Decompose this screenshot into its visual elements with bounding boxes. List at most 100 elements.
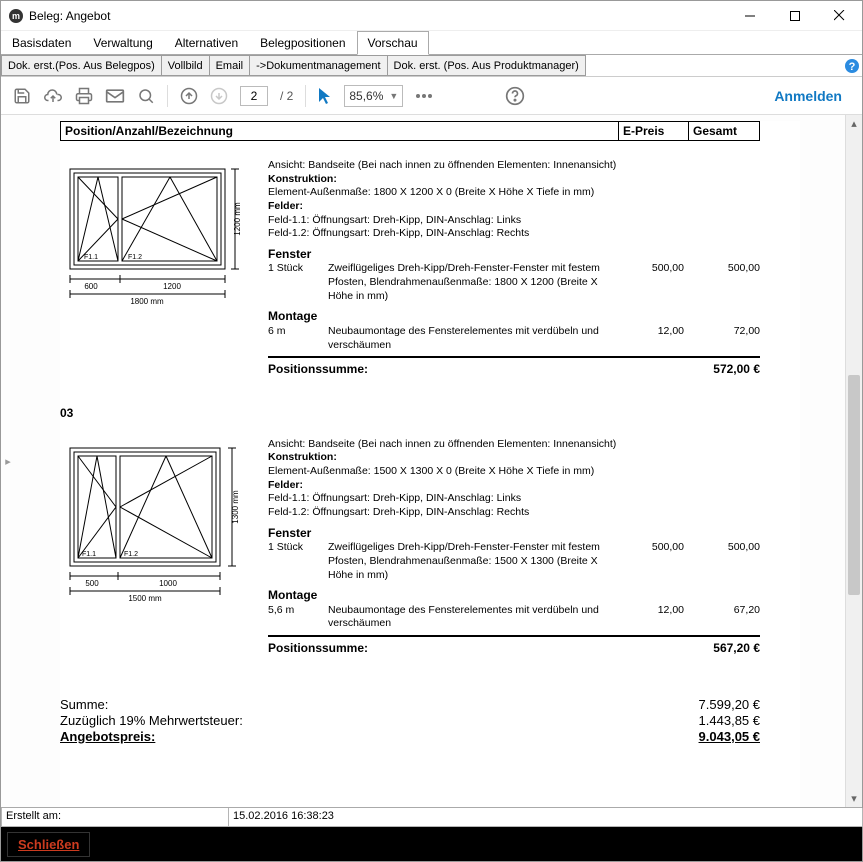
pos-sum-value: 572,00 € bbox=[640, 362, 760, 378]
sub-toolbar: Dok. erst.(Pos. Aus Belegpos) Vollbild E… bbox=[1, 55, 862, 77]
close-button[interactable] bbox=[817, 1, 862, 31]
status-value: 15.02.2016 16:38:23 bbox=[228, 808, 863, 827]
btn-dok-produktmanager[interactable]: Dok. erst. (Pos. Aus Produktmanager) bbox=[387, 55, 586, 76]
montage-g: 72,00 bbox=[690, 325, 760, 352]
montage-head: Montage bbox=[268, 309, 760, 325]
price-label: Angebotspreis: bbox=[60, 729, 620, 744]
svg-text:F1.2: F1.2 bbox=[124, 551, 138, 558]
price-value: 9.043,05 € bbox=[620, 729, 760, 744]
more-icon[interactable] bbox=[415, 93, 433, 99]
vertical-scrollbar[interactable]: ▴ ▾ bbox=[845, 115, 862, 807]
svg-text:?: ? bbox=[849, 61, 856, 73]
zoom-value: 85,6% bbox=[349, 89, 383, 103]
side-toggle-left[interactable]: ▸ bbox=[1, 115, 15, 807]
position-number: 03 bbox=[60, 406, 760, 420]
totals: Summe: 7.599,20 € Zuzüglich 19% Mehrwert… bbox=[60, 697, 760, 744]
btn-email[interactable]: Email bbox=[209, 55, 251, 76]
svg-text:1000: 1000 bbox=[159, 579, 177, 588]
pos-sum-value: 567,20 € bbox=[640, 641, 760, 657]
statusbar: Erstellt am: 15.02.2016 16:38:23 bbox=[1, 807, 862, 827]
position-block: F1.1 F1.2 600 1200 1800 mm 1200 mm Ansic… bbox=[60, 159, 760, 378]
window-drawing: F1.1 F1.2 600 1200 1800 mm 1200 mm bbox=[60, 159, 250, 378]
chevron-down-icon: ▼ bbox=[389, 91, 398, 101]
print-icon[interactable] bbox=[75, 87, 93, 105]
minimize-button[interactable] bbox=[727, 1, 772, 31]
tab-basisdaten[interactable]: Basisdaten bbox=[1, 31, 82, 54]
svg-text:1500 mm: 1500 mm bbox=[128, 594, 162, 603]
main-tabbar: Basisdaten Verwaltung Alternativen Beleg… bbox=[1, 31, 862, 55]
close-form-button[interactable]: Schließen bbox=[7, 832, 90, 857]
sum-value: 7.599,20 € bbox=[620, 697, 760, 712]
page-up-icon[interactable] bbox=[180, 87, 198, 105]
tab-belegpositionen[interactable]: Belegpositionen bbox=[249, 31, 356, 54]
scroll-down-icon[interactable]: ▾ bbox=[846, 790, 862, 807]
fenster-head: Fenster bbox=[268, 247, 760, 263]
scroll-up-icon[interactable]: ▴ bbox=[846, 115, 862, 132]
pos-sum-label: Positionssumme: bbox=[268, 641, 640, 657]
mail-icon[interactable] bbox=[105, 88, 125, 104]
page-down-icon[interactable] bbox=[210, 87, 228, 105]
page-total: / 2 bbox=[280, 89, 293, 103]
element-dims: Element-Außenmaße: 1500 X 1300 X 0 (Brei… bbox=[268, 465, 760, 479]
konstruktion-label: Konstruktion: bbox=[268, 451, 760, 465]
save-icon[interactable] bbox=[13, 87, 31, 105]
tab-alternativen[interactable]: Alternativen bbox=[164, 31, 249, 54]
tab-vorschau[interactable]: Vorschau bbox=[357, 31, 429, 55]
fenster-head: Fenster bbox=[268, 526, 760, 542]
search-icon[interactable] bbox=[137, 87, 155, 105]
svg-text:500: 500 bbox=[85, 579, 99, 588]
field-label: F1.1 bbox=[84, 254, 98, 261]
montage-g: 67,20 bbox=[690, 604, 760, 631]
titlebar: m Beleg: Angebot bbox=[1, 1, 862, 31]
btn-dok-belegpos[interactable]: Dok. erst.(Pos. Aus Belegpos) bbox=[1, 55, 162, 76]
fenster-desc: Zweiflügeliges Dreh-Kipp/Dreh-Fenster-Fe… bbox=[328, 541, 608, 582]
cloud-upload-icon[interactable] bbox=[43, 87, 63, 105]
svg-text:600: 600 bbox=[84, 282, 98, 291]
feld2: Feld-1.2: Öffnungsart: Dreh-Kipp, DIN-An… bbox=[268, 506, 760, 520]
fenster-qty: 1 Stück bbox=[268, 262, 322, 303]
tax-label: Zuzüglich 19% Mehrwertsteuer: bbox=[60, 713, 620, 728]
window-drawing: F1.1 F1.2 500 1000 1500 mm 1300 mm bbox=[60, 438, 250, 657]
scroll-thumb[interactable] bbox=[848, 375, 860, 595]
montage-head: Montage bbox=[268, 588, 760, 604]
fenster-g: 500,00 bbox=[690, 541, 760, 582]
help-circle-icon[interactable] bbox=[505, 86, 525, 106]
svg-text:F1.1: F1.1 bbox=[82, 551, 96, 558]
field-label: F1.2 bbox=[128, 254, 142, 261]
cursor-icon[interactable] bbox=[318, 87, 332, 105]
position-block: F1.1 F1.2 500 1000 1500 mm 1300 mm Ansic… bbox=[60, 438, 760, 657]
fenster-desc: Zweiflügeliges Dreh-Kipp/Dreh-Fenster-Fe… bbox=[328, 262, 608, 303]
table-header: Position/Anzahl/Bezeichnung E-Preis Gesa… bbox=[60, 121, 760, 141]
app-icon: m bbox=[9, 9, 23, 23]
fenster-ep: 500,00 bbox=[614, 541, 684, 582]
col-epreis: E-Preis bbox=[619, 122, 689, 140]
pdf-toolbar: / 2 85,6% ▼ Anmelden bbox=[1, 77, 862, 115]
felder-label: Felder: bbox=[268, 200, 760, 214]
montage-ep: 12,00 bbox=[614, 325, 684, 352]
feld1: Feld-1.1: Öffnungsart: Dreh-Kipp, DIN-An… bbox=[268, 492, 760, 506]
document-area: ▸ Position/Anzahl/Bezeichnung E-Preis Ge… bbox=[1, 115, 862, 807]
fenster-g: 500,00 bbox=[690, 262, 760, 303]
feld2: Feld-1.2: Öffnungsart: Dreh-Kipp, DIN-An… bbox=[268, 227, 760, 241]
btn-dokumentmanagement[interactable]: ->Dokumentmanagement bbox=[249, 55, 387, 76]
fenster-qty: 1 Stück bbox=[268, 541, 322, 582]
login-link[interactable]: Anmelden bbox=[774, 88, 850, 104]
tab-verwaltung[interactable]: Verwaltung bbox=[82, 31, 163, 54]
konstruktion-label: Konstruktion: bbox=[268, 173, 760, 187]
montage-desc: Neubaumontage des Fensterelementes mit v… bbox=[328, 604, 608, 631]
maximize-button[interactable] bbox=[772, 1, 817, 31]
svg-text:1200: 1200 bbox=[163, 282, 181, 291]
col-gesamt: Gesamt bbox=[689, 122, 759, 140]
pos-sum-label: Positionssumme: bbox=[268, 362, 640, 378]
montage-ep: 12,00 bbox=[614, 604, 684, 631]
montage-qty: 5,6 m bbox=[268, 604, 322, 631]
bottombar: Schließen bbox=[1, 827, 862, 861]
tax-value: 1.443,85 € bbox=[620, 713, 760, 728]
window-title: Beleg: Angebot bbox=[29, 9, 110, 23]
view-text: Ansicht: Bandseite (Bei nach innen zu öf… bbox=[268, 159, 760, 173]
page-input[interactable] bbox=[240, 86, 268, 106]
help-icon[interactable]: ? bbox=[842, 55, 862, 76]
zoom-select[interactable]: 85,6% ▼ bbox=[344, 85, 403, 107]
btn-vollbild[interactable]: Vollbild bbox=[161, 55, 210, 76]
svg-text:1300 mm: 1300 mm bbox=[231, 490, 240, 524]
